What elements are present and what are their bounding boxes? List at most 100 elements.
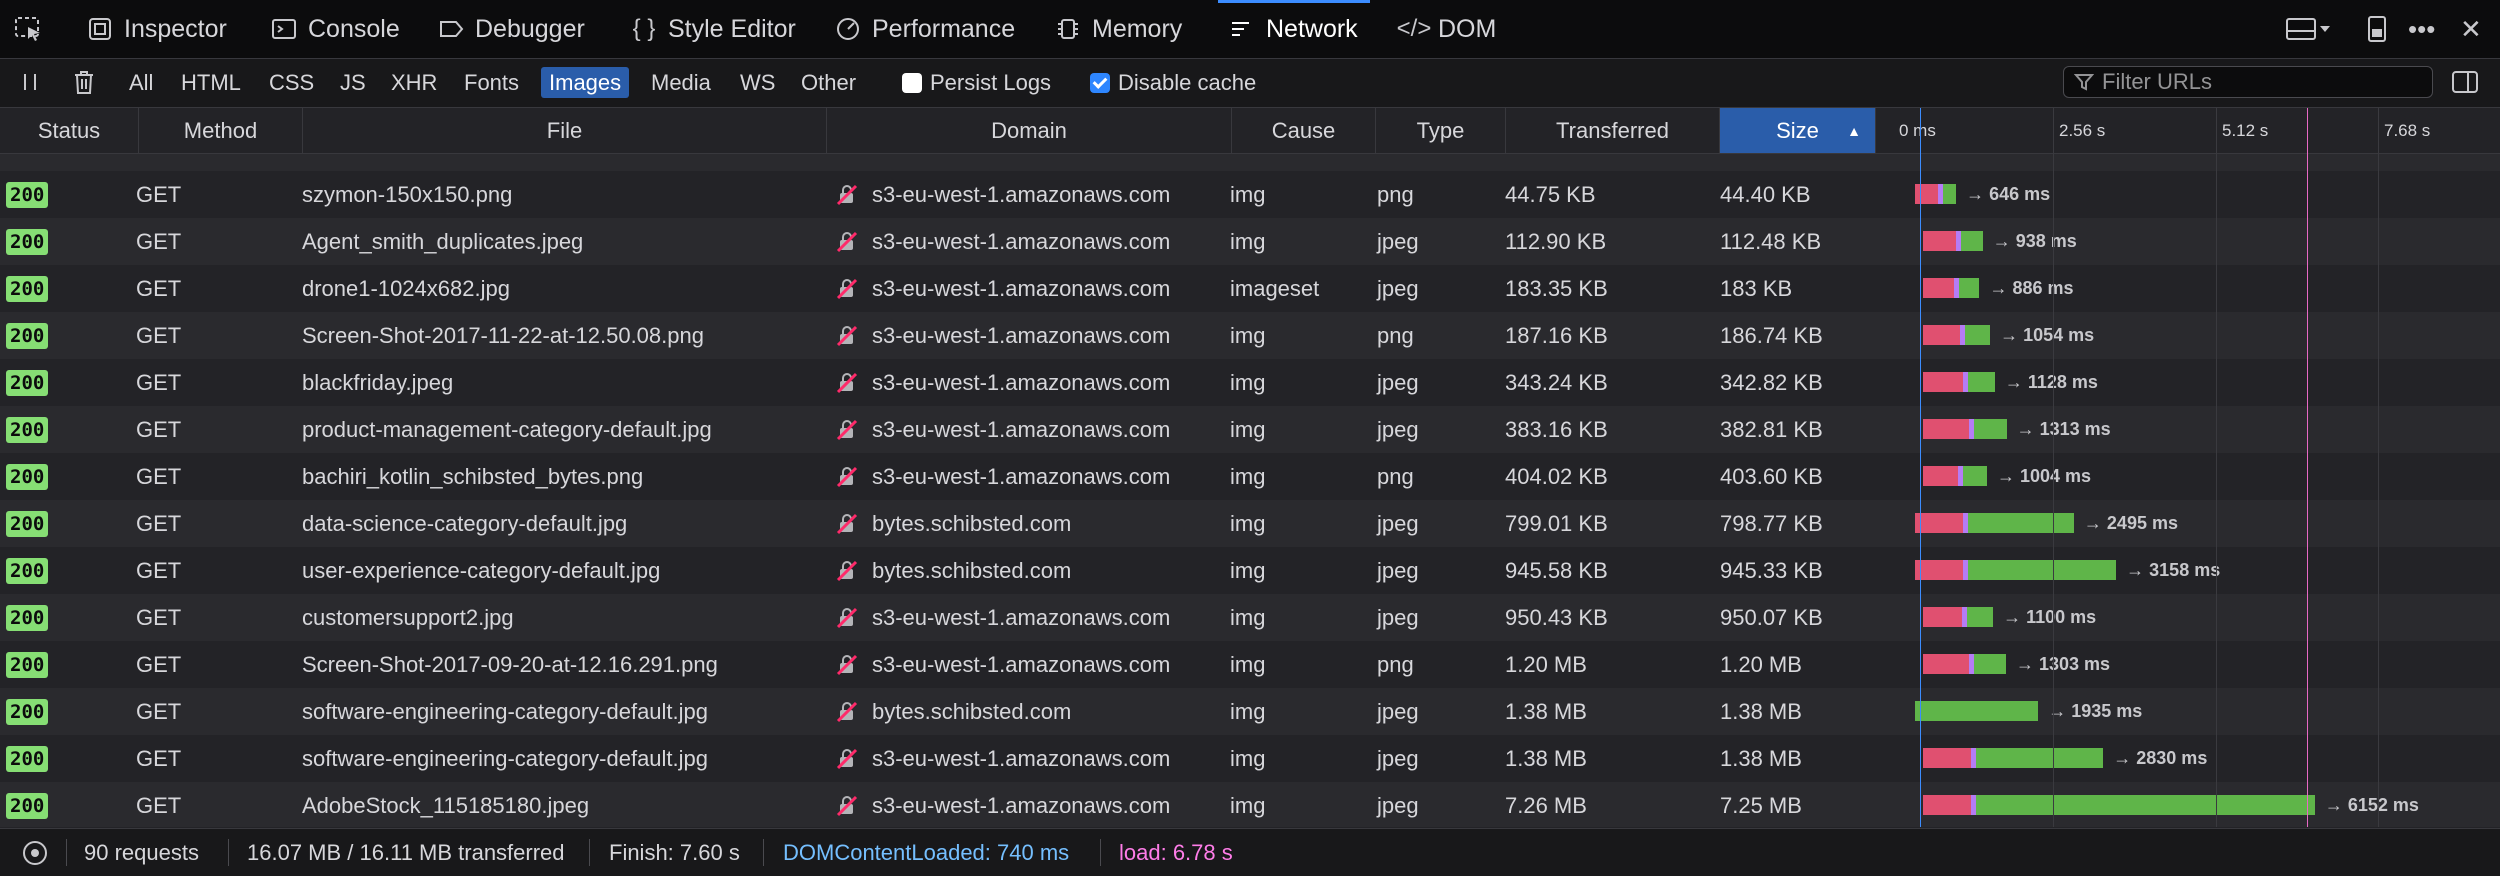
waterfall-bar[interactable] <box>1915 184 1957 204</box>
checkbox-box-checked[interactable] <box>1090 73 1110 93</box>
insecure-connection-icon <box>836 782 858 827</box>
tab-console[interactable]: Console <box>270 0 400 58</box>
type-cell: png <box>1377 463 1414 489</box>
waterfall-bar[interactable] <box>1923 325 1991 345</box>
waterfall-bar[interactable] <box>1923 278 1980 298</box>
method-cell: GET <box>136 181 182 207</box>
table-row[interactable]: 200 GET software-engineering-category-defa… <box>0 735 2500 782</box>
waterfall-bar[interactable] <box>1915 701 2039 721</box>
filter-all[interactable]: All <box>121 67 161 98</box>
memory-icon <box>1054 15 1082 43</box>
waterfall-bar[interactable] <box>1915 560 2117 580</box>
pause-icon[interactable] <box>12 66 48 97</box>
element-picker-icon[interactable] <box>14 15 44 43</box>
persist-logs-checkbox[interactable]: Persist Logs <box>902 70 1051 96</box>
column-header-size[interactable]: Size ▲ <box>1720 108 1876 153</box>
table-row[interactable]: 200 GET data-science-category-default.jpg b… <box>0 500 2500 547</box>
tab-label: DOM <box>1438 14 1497 43</box>
timing-segment <box>1963 466 1987 486</box>
domain-cell: s3-eu-west-1.amazonaws.com <box>872 369 1171 395</box>
cause-cell: img <box>1230 228 1266 254</box>
checkbox-box[interactable] <box>902 73 922 93</box>
tab-performance[interactable]: Performance <box>834 0 1015 58</box>
trash-icon[interactable] <box>64 66 104 97</box>
tab-network[interactable]: Network <box>1218 0 1370 58</box>
waterfall-bar[interactable] <box>1923 419 2007 439</box>
table-row[interactable]: 200 GET Agent_smith_duplicates.jpeg s3-eu-w… <box>0 218 2500 265</box>
toggle-sidebar-icon[interactable] <box>2443 66 2487 97</box>
more-options-icon[interactable]: ••• <box>2408 14 2435 44</box>
disable-cache-label: Disable cache <box>1118 70 1257 95</box>
table-row[interactable]: 200 GET user-experience-category-default.j… <box>0 547 2500 594</box>
table-row[interactable]: 200 GET customersupport2.jpg s3-eu-west-1.a… <box>0 594 2500 641</box>
tab-dom[interactable]: </> DOM <box>1397 0 1497 58</box>
table-row[interactable]: 200 GET blackfriday.jpeg s3-eu-west-1.amazo… <box>0 359 2500 406</box>
table-row[interactable]: 200 GET product-management-category-defaul… <box>0 406 2500 453</box>
cause-cell: img <box>1230 698 1266 724</box>
column-header-cause[interactable]: Cause <box>1232 108 1376 153</box>
table-row[interactable]: 200 GET Screen-Shot-2017-11-22-at-12.50.08… <box>0 312 2500 359</box>
waterfall-bar[interactable] <box>1923 748 2104 768</box>
close-icon[interactable]: ✕ <box>2460 14 2482 44</box>
tab-debugger[interactable]: Debugger <box>437 0 585 58</box>
tab-label: Inspector <box>124 14 227 43</box>
waterfall-bar[interactable] <box>1915 513 2074 533</box>
table-row[interactable]: 200 GET software-engineering-category-defa… <box>0 688 2500 735</box>
waterfall-bar[interactable] <box>1923 795 2315 815</box>
size-cell: 1.20 MB <box>1720 651 1802 677</box>
filter-html[interactable]: HTML <box>173 67 249 98</box>
table-row-partial[interactable]: → 452 ms <box>0 154 2500 171</box>
table-row[interactable]: 200 GET bachiri_kotlin_schibsted_bytes.png… <box>0 453 2500 500</box>
tab-memory[interactable]: Memory <box>1054 0 1182 58</box>
waterfall-bar[interactable] <box>1923 466 1987 486</box>
table-row[interactable]: 200 GET szymon-150x150.png s3-eu-west-1.ama… <box>0 171 2500 218</box>
waterfall-bar[interactable] <box>1923 607 1994 627</box>
column-header-transferred[interactable]: Transferred <box>1506 108 1720 153</box>
waterfall-duration: → 1935 ms <box>2048 701 2143 721</box>
cause-cell: img <box>1230 651 1266 677</box>
column-header-domain[interactable]: Domain <box>827 108 1232 153</box>
filter-other[interactable]: Other <box>793 67 864 98</box>
table-row[interactable]: 200 GET drone1-1024x682.jpg s3-eu-west-1.am… <box>0 265 2500 312</box>
filter-css[interactable]: CSS <box>261 67 322 98</box>
timing-segment <box>1923 748 1971 768</box>
table-row[interactable]: 200 GET Screen-Shot-2017-09-20-at-12.16.29… <box>0 641 2500 688</box>
table-row[interactable]: 200 GET AdobeStock_115185180.jpeg s3-eu-wes… <box>0 782 2500 827</box>
type-cell: jpeg <box>1377 228 1419 254</box>
column-header-file[interactable]: File <box>303 108 827 153</box>
filter-js[interactable]: JS <box>332 67 374 98</box>
timing-segment <box>1973 654 2006 674</box>
filter-media[interactable]: Media <box>643 67 719 98</box>
column-header-method[interactable]: Method <box>139 108 303 153</box>
load-time: load: 6.78 s <box>1119 839 1233 865</box>
status-badge: 200 <box>6 746 49 772</box>
column-header-type[interactable]: Type <box>1376 108 1506 153</box>
cause-cell: imageset <box>1230 275 1320 301</box>
performance-icon <box>834 15 862 43</box>
filter-xhr[interactable]: XHR <box>383 67 445 98</box>
responsive-mode-icon[interactable] <box>2366 14 2388 44</box>
divider <box>66 839 67 866</box>
insecure-connection-icon <box>836 265 858 312</box>
waterfall-bar[interactable] <box>1923 372 1995 392</box>
file-cell: AdobeStock_115185180.jpeg <box>302 792 590 818</box>
timing-segment <box>1960 231 1983 251</box>
transferred-cell: 343.24 KB <box>1505 369 1608 395</box>
filter-urls-input[interactable]: Filter URLs <box>2063 66 2433 98</box>
filter-fonts[interactable]: Fonts <box>456 67 527 98</box>
waterfall-bar[interactable] <box>1923 654 2006 674</box>
method-cell: GET <box>136 651 182 677</box>
timing-segment <box>1974 419 2007 439</box>
size-cell: 945.33 KB <box>1720 557 1823 583</box>
disable-cache-checkbox[interactable]: Disable cache <box>1090 70 1256 96</box>
column-header-status[interactable]: Status <box>0 108 139 153</box>
tab-style-editor[interactable]: { } Style Editor <box>630 0 796 58</box>
filter-images[interactable]: Images <box>541 67 630 98</box>
tab-inspector[interactable]: Inspector <box>86 0 227 58</box>
filter-ws[interactable]: WS <box>732 67 783 98</box>
dock-layout-icon[interactable] <box>2285 14 2331 44</box>
performance-analysis-icon[interactable] <box>20 829 50 876</box>
network-filter-toolbar: All HTML CSS JS XHR Fonts Images Media W… <box>0 59 2500 108</box>
domain-cell: bytes.schibsted.com <box>872 510 1072 536</box>
waterfall-bar[interactable] <box>1923 231 1983 251</box>
